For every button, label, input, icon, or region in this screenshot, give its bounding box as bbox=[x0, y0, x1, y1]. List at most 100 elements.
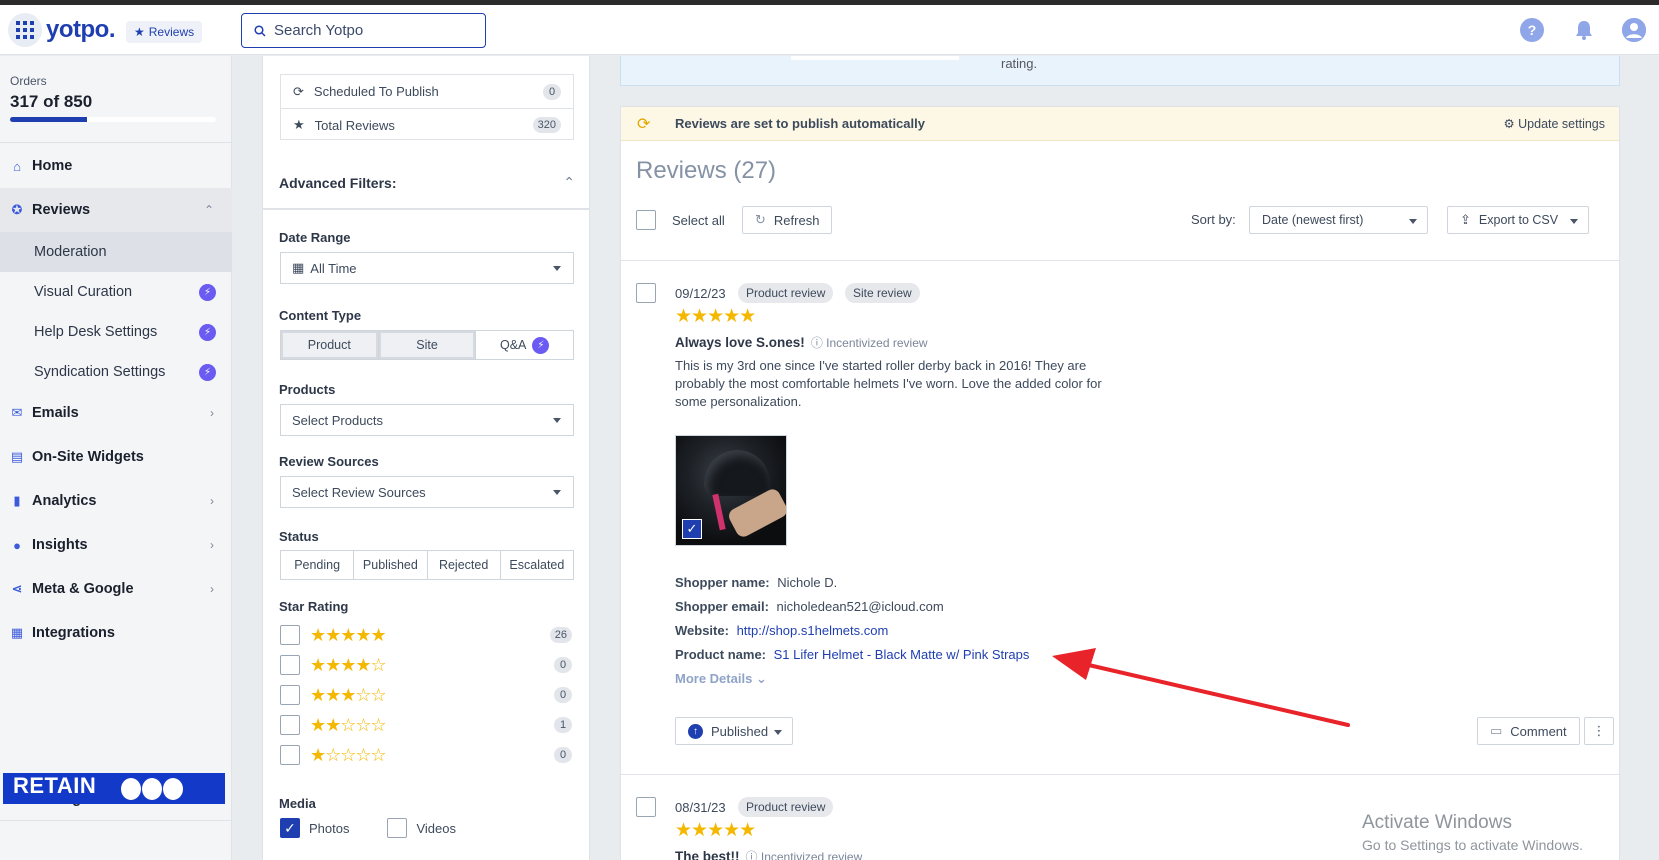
content-type-qa[interactable]: Q&A ⚡ bbox=[476, 331, 573, 359]
more-options-button[interactable]: ⋮ bbox=[1584, 717, 1614, 745]
sidebar-item-insights[interactable]: ● Insights › bbox=[0, 523, 232, 567]
sidebar-item-emails[interactable]: ✉ Emails › bbox=[0, 391, 232, 435]
chevron-down-icon: ⌄ bbox=[755, 671, 767, 686]
sidebar-subitem-syndication-settings[interactable]: Syndication Settings ⚡ bbox=[0, 352, 232, 392]
sidebar-item-meta-google[interactable]: ⋖ Meta & Google › bbox=[0, 567, 232, 611]
star-4-checkbox[interactable] bbox=[280, 655, 300, 675]
schedule-icon: ⟳ bbox=[293, 83, 304, 99]
sidebar-divider bbox=[0, 142, 232, 143]
select-all-label[interactable]: Select all bbox=[672, 213, 725, 228]
star-3-checkbox[interactable] bbox=[280, 685, 300, 705]
four-star-icon: ★★★★☆ bbox=[310, 655, 387, 675]
bar-chart-icon: ▮ bbox=[13, 493, 21, 508]
star-rating-1-row[interactable]: ★☆☆☆☆ 0 bbox=[280, 744, 574, 766]
content-type-segmented: Product Site Q&A ⚡ bbox=[280, 330, 574, 360]
comment-button[interactable]: ▭ Comment bbox=[1477, 717, 1580, 745]
auto-publish-banner: ⟳ Reviews are set to publish automatical… bbox=[621, 107, 1619, 141]
orders-value: 317 of 850 bbox=[10, 92, 93, 111]
status-segmented: Pending Published Rejected Escalated bbox=[280, 550, 574, 580]
star-icon: ★ bbox=[134, 25, 145, 39]
review-sources-select[interactable]: Select Review Sources bbox=[280, 476, 574, 508]
five-star-rating-icon: ★★★★★ bbox=[675, 306, 756, 327]
site-review-tag: Site review bbox=[845, 283, 920, 303]
widget-icon: ▤ bbox=[10, 449, 24, 464]
filters-divider bbox=[263, 208, 589, 210]
help-icon[interactable]: ? bbox=[1520, 18, 1544, 42]
status-published[interactable]: Published bbox=[354, 551, 428, 579]
advanced-filters-heading: Advanced Filters: bbox=[279, 175, 397, 191]
review-title: The best!! ⓘ Incentivized review bbox=[675, 848, 862, 860]
scheduled-to-publish-row[interactable]: ⟳ Scheduled To Publish 0 bbox=[281, 75, 573, 108]
search-input[interactable]: Search Yotpo bbox=[241, 13, 486, 48]
published-status-button[interactable]: ↑ Published bbox=[675, 717, 793, 745]
content-type-site[interactable]: Site bbox=[378, 331, 477, 359]
star-rating-4-row[interactable]: ★★★★☆ 0 bbox=[280, 654, 574, 676]
sort-select[interactable]: Date (newest first) bbox=[1249, 206, 1428, 234]
orders-progress-bar bbox=[10, 117, 216, 122]
star-1-checkbox[interactable] bbox=[280, 745, 300, 765]
website-link[interactable]: http://shop.s1helmets.com bbox=[737, 623, 889, 638]
orders-label: Orders bbox=[10, 74, 47, 88]
two-star-icon: ★★☆☆☆ bbox=[310, 715, 387, 735]
reviews-toolbar: Select all ↻ Refresh Sort by: Date (newes… bbox=[636, 206, 1606, 236]
count-badge: 0 bbox=[554, 657, 572, 673]
sidebar-subitem-visual-curation[interactable]: Visual Curation ⚡ bbox=[0, 272, 232, 312]
star-2-checkbox[interactable] bbox=[280, 715, 300, 735]
chevron-right-icon: › bbox=[210, 582, 214, 596]
review-photo[interactable]: ✓ bbox=[675, 435, 787, 546]
bolt-icon: ⚡ bbox=[532, 336, 550, 354]
bell-icon[interactable] bbox=[1572, 18, 1596, 42]
search-icon bbox=[254, 24, 266, 37]
app-grid-icon[interactable] bbox=[8, 13, 42, 47]
sidebar-divider bbox=[0, 820, 232, 821]
update-settings-link[interactable]: ⚙ Update settings bbox=[1503, 116, 1605, 131]
mail-icon: ✉ bbox=[11, 405, 23, 420]
sidebar-item-integrations[interactable]: ▦ Integrations bbox=[0, 611, 232, 655]
app-chip-reviews[interactable]: ★ Reviews bbox=[126, 21, 203, 43]
total-reviews-row[interactable]: ★ Total Reviews 320 bbox=[281, 108, 573, 141]
checkmark-icon[interactable]: ✓ bbox=[682, 519, 702, 539]
select-all-checkbox[interactable] bbox=[636, 210, 656, 230]
calendar-icon: ▦ bbox=[292, 260, 305, 275]
products-select[interactable]: Select Products bbox=[280, 404, 574, 436]
date-range-select[interactable]: ▦ All Time bbox=[280, 252, 574, 284]
star-rating-2-row[interactable]: ★★☆☆☆ 1 bbox=[280, 714, 574, 736]
review-checkbox[interactable] bbox=[636, 283, 656, 303]
comment-icon: ▭ bbox=[1490, 723, 1503, 738]
retain-rewards-promo[interactable]: RETAIN bbox=[3, 773, 225, 804]
yotpo-logo[interactable]: yotpo. bbox=[46, 16, 116, 44]
more-details-toggle[interactable]: More Details ⌄ bbox=[675, 671, 767, 687]
star-5-checkbox[interactable] bbox=[280, 625, 300, 645]
videos-checkbox[interactable] bbox=[387, 818, 408, 838]
sidebar-subitem-moderation[interactable]: Moderation bbox=[0, 232, 232, 272]
product-name-row: Product name: S1 Lifer Helmet - Black Ma… bbox=[675, 647, 1030, 662]
sidebar-item-on-site-widgets[interactable]: ▤ On-Site Widgets bbox=[0, 435, 232, 479]
star-rating-3-row[interactable]: ★★★☆☆ 0 bbox=[280, 684, 574, 706]
orders-progress-fill bbox=[10, 117, 87, 122]
reviews-panel: ⟳ Reviews are set to publish automatical… bbox=[620, 106, 1620, 860]
sidebar-item-home[interactable]: ⌂ Home bbox=[0, 144, 232, 188]
status-escalated[interactable]: Escalated bbox=[501, 551, 573, 579]
chevron-right-icon: › bbox=[210, 538, 214, 552]
photos-checkbox[interactable]: ✓ bbox=[280, 818, 300, 838]
content-type-product[interactable]: Product bbox=[281, 331, 379, 359]
star-rating-5-row[interactable]: ★★★★★ 26 bbox=[280, 624, 574, 646]
caret-down-icon bbox=[1570, 219, 1578, 224]
refresh-button[interactable]: ↻ Refresh bbox=[742, 206, 833, 234]
products-label: Products bbox=[279, 382, 336, 397]
review-checkbox[interactable] bbox=[636, 797, 656, 817]
windows-activation-watermark: Activate Windows Go to Settings to activ… bbox=[1362, 812, 1583, 853]
product-link[interactable]: S1 Lifer Helmet - Black Matte w/ Pink St… bbox=[774, 647, 1030, 662]
five-star-rating-icon: ★★★★★ bbox=[675, 820, 756, 841]
caret-down-icon bbox=[774, 730, 782, 735]
date-range-label: Date Range bbox=[279, 230, 351, 245]
review-date: 09/12/23 bbox=[675, 286, 726, 301]
status-pending[interactable]: Pending bbox=[281, 551, 355, 579]
status-rejected[interactable]: Rejected bbox=[428, 551, 501, 579]
sidebar-item-reviews[interactable]: ✪ Reviews ⌃ bbox=[0, 188, 232, 232]
sidebar-item-analytics[interactable]: ▮ Analytics › bbox=[0, 479, 232, 523]
chevron-up-icon[interactable]: ⌃ bbox=[563, 174, 575, 191]
user-avatar-icon[interactable] bbox=[1622, 18, 1646, 42]
export-csv-button[interactable]: ⇪ Export to CSV bbox=[1447, 206, 1589, 234]
sidebar-subitem-help-desk-settings[interactable]: Help Desk Settings ⚡ bbox=[0, 312, 232, 352]
